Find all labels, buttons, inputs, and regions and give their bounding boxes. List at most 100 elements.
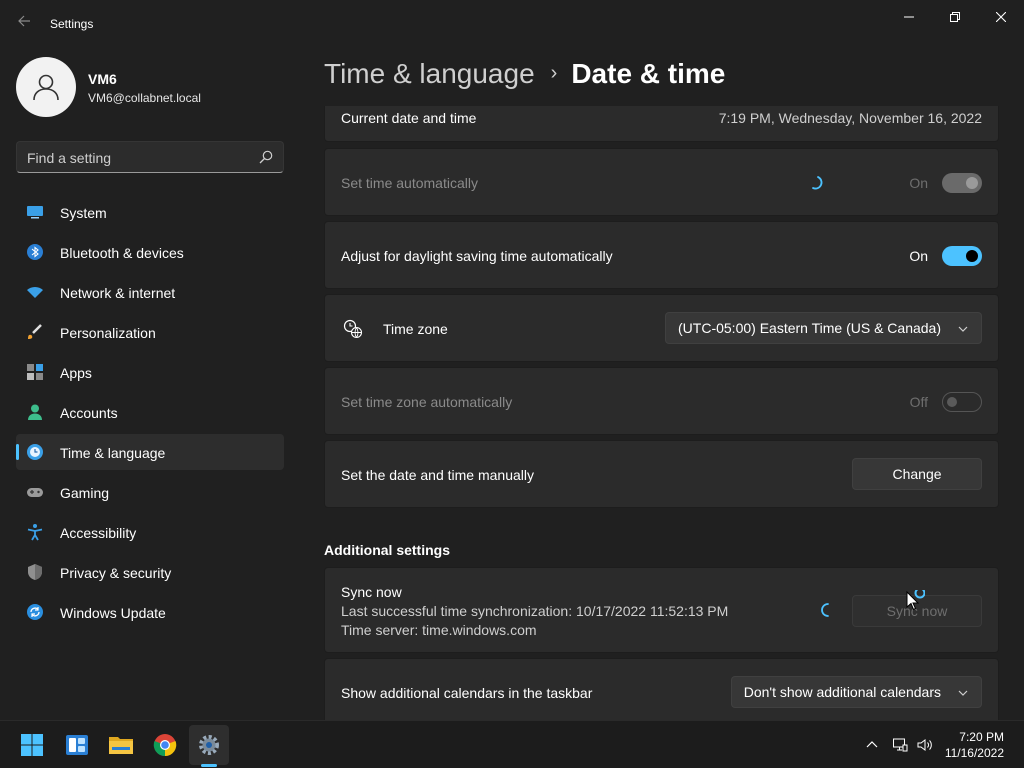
current-datetime-label: Current date and time [341, 110, 477, 126]
settings-taskbar-button[interactable] [189, 725, 229, 765]
change-button[interactable]: Change [852, 458, 982, 490]
sidebar-item-label: Privacy & security [60, 565, 172, 581]
show-hidden-icons-button[interactable] [862, 735, 882, 755]
sidebar-item-bluetooth[interactable]: Bluetooth & devices [16, 234, 284, 270]
sidebar-item-system[interactable]: System [16, 194, 284, 230]
loading-spinner-icon [821, 603, 829, 617]
time-zone-value: (UTC-05:00) Eastern Time (US & Canada) [678, 320, 941, 336]
apps-icon [27, 364, 43, 380]
time-zone-dropdown[interactable]: (UTC-05:00) Eastern Time (US & Canada) [665, 312, 982, 344]
active-app-indicator [201, 764, 217, 767]
widgets-button[interactable] [57, 725, 97, 765]
sidebar-item-label: Bluetooth & devices [60, 245, 184, 261]
sidebar-item-label: Windows Update [60, 605, 166, 621]
chevron-down-icon [958, 690, 968, 696]
back-arrow-icon [18, 15, 30, 27]
volume-icon [917, 739, 932, 751]
time-server-text: Time server: time.windows.com [341, 622, 537, 638]
sidebar-item-accounts[interactable]: Accounts [16, 394, 284, 430]
clock-time: 7:20 PM [959, 730, 1004, 744]
file-explorer-icon [109, 737, 133, 754]
shield-icon [28, 564, 42, 580]
maximize-button[interactable] [932, 4, 978, 30]
search-input[interactable]: Find a setting [16, 141, 284, 173]
manual-datetime-card: Set the date and time manually Change [324, 440, 999, 508]
toggle-state-text: Off [909, 394, 928, 410]
sidebar-item-windows-update[interactable]: Windows Update [16, 594, 284, 630]
time-zone-auto-card: Set time zone automatically Off [324, 367, 999, 435]
back-button[interactable] [12, 12, 36, 36]
time-zone-auto-toggle-group: Off [910, 392, 982, 412]
time-zone-auto-label: Set time zone automatically [341, 394, 513, 410]
taskbar: 7:20 PM 11/16/2022 [0, 720, 1024, 768]
daylight-saving-toggle[interactable] [942, 246, 982, 266]
person-icon [33, 74, 59, 101]
sidebar-item-label: Apps [60, 365, 92, 381]
set-time-auto-label: Set time automatically [341, 175, 478, 191]
toggle-knob [947, 397, 957, 407]
clock-date: 11/16/2022 [944, 746, 1004, 760]
search-placeholder: Find a setting [27, 150, 112, 166]
calendars-label: Show additional calendars in the taskbar [341, 685, 593, 701]
sidebar-item-personalization[interactable]: Personalization [16, 314, 284, 350]
settings-icon [199, 735, 219, 755]
chevron-up-icon [866, 741, 878, 748]
sidebar-item-privacy[interactable]: Privacy & security [16, 554, 284, 590]
toggle-state-text: On [909, 175, 928, 191]
file-explorer-button[interactable] [101, 725, 141, 765]
app-title: Settings [50, 17, 94, 31]
sidebar-item-gaming[interactable]: Gaming [16, 474, 284, 510]
globe-clock-icon [343, 319, 363, 339]
bluetooth-icon [27, 244, 43, 260]
set-time-auto-toggle[interactable] [942, 173, 982, 193]
network-icon [893, 738, 908, 752]
chrome-button[interactable] [145, 725, 185, 765]
toggle-knob [966, 250, 978, 262]
minimize-button[interactable] [886, 4, 932, 30]
sync-label: Sync now [341, 584, 402, 600]
avatar[interactable] [16, 57, 76, 117]
sidebar-item-accessibility[interactable]: Accessibility [16, 514, 284, 550]
sidebar-item-label: Accounts [60, 405, 118, 421]
start-button[interactable] [12, 725, 52, 765]
brush-icon [28, 324, 42, 339]
toggle-state-text: On [909, 248, 928, 264]
calendars-dropdown[interactable]: Don't show additional calendars [730, 676, 982, 708]
toggle-knob [966, 177, 978, 189]
selection-indicator [16, 444, 19, 460]
current-datetime-card: Current date and time 7:19 PM, Wednesday… [324, 106, 999, 142]
set-time-auto-toggle-group: On [909, 173, 982, 193]
user-name: VM6 [88, 71, 117, 87]
maximize-icon [950, 12, 960, 22]
volume-tray-button[interactable] [915, 735, 935, 755]
search-icon [259, 150, 273, 164]
current-datetime-value: 7:19 PM, Wednesday, November 16, 2022 [718, 110, 982, 126]
taskbar-clock[interactable]: 7:20 PM 11/16/2022 [945, 729, 1004, 761]
start-icon [21, 734, 43, 756]
breadcrumb-separator: › [550, 62, 558, 84]
sidebar-item-label: System [60, 205, 107, 221]
user-email: VM6@collabnet.local [88, 91, 201, 105]
time-zone-auto-toggle[interactable] [942, 392, 982, 412]
daylight-saving-toggle-group: On [909, 246, 982, 266]
widgets-icon [66, 735, 88, 755]
sidebar-item-label: Accessibility [60, 525, 137, 541]
settings-content: Current date and time 7:19 PM, Wednesday… [324, 106, 1000, 720]
minimize-icon [904, 16, 914, 18]
network-tray-button[interactable] [890, 735, 910, 755]
calendars-card: Show additional calendars in the taskbar… [324, 658, 999, 720]
update-icon [27, 604, 43, 620]
set-time-auto-card: Set time automatically On [324, 148, 999, 216]
chevron-down-icon [958, 326, 968, 332]
close-button[interactable] [978, 4, 1024, 30]
accessibility-icon [27, 524, 43, 541]
mouse-cursor-icon [906, 590, 925, 611]
system-icon [27, 206, 43, 219]
manual-datetime-label: Set the date and time manually [341, 467, 535, 483]
breadcrumb-parent[interactable]: Time & language [324, 58, 535, 89]
sidebar-item-apps[interactable]: Apps [16, 354, 284, 390]
sidebar-item-label: Time & language [60, 445, 166, 461]
sidebar-item-network[interactable]: Network & internet [16, 274, 284, 310]
section-title-additional: Additional settings [324, 542, 450, 558]
sidebar-item-time-language[interactable]: Time & language [16, 434, 284, 470]
